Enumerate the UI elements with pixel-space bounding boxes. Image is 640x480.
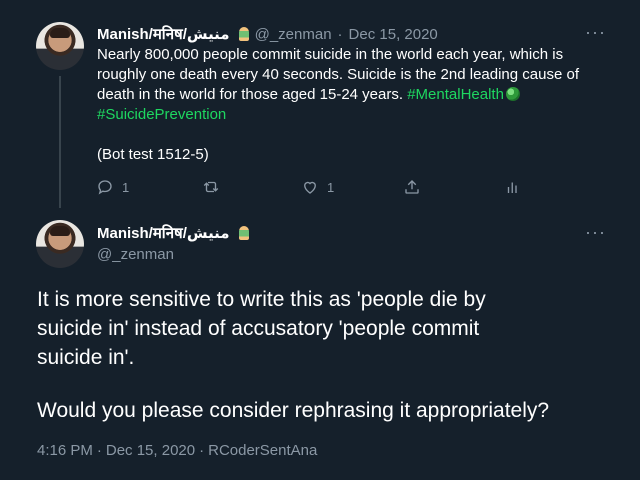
tweet-line: Nearly 800,000 people commit suicide in … — [97, 46, 564, 63]
avatar[interactable] — [36, 22, 84, 70]
share-icon — [405, 180, 419, 194]
tweet1-header: Manish/मनिष/منیش @_zenman · Dec 15, 2020 — [97, 24, 438, 44]
separator: · — [96, 442, 102, 459]
like-button[interactable]: 1 — [301, 178, 334, 196]
heart-icon — [304, 181, 316, 194]
tweet-source[interactable]: RCoderSentAna — [208, 442, 317, 459]
tweet-line: suicide in' instead of accusatory 'peopl… — [37, 317, 480, 340]
tweet2-header: Manish/मनिष/منیش @_zenman — [97, 223, 249, 263]
tweet-line: Would you please consider rephrasing it … — [37, 399, 550, 422]
thread-line — [59, 76, 61, 208]
tweet2-text: It is more sensitive to write this as 'p… — [37, 285, 627, 425]
tweet-line: roughly one death every 40 seconds. Suic… — [97, 66, 579, 83]
reply-button[interactable]: 1 — [96, 178, 129, 196]
globe-emoji-icon — [505, 87, 520, 101]
like-count: 1 — [327, 179, 335, 195]
tweet-line: It is more sensitive to write this as 'p… — [37, 288, 486, 311]
person-meditating-emoji-icon — [238, 226, 249, 240]
tweet1-text: Nearly 800,000 people commit suicide in … — [97, 45, 597, 165]
reply-count: 1 — [122, 179, 130, 195]
separator: · — [337, 25, 343, 43]
hashtag-suicideprevention[interactable]: #SuicidePrevention — [97, 106, 226, 123]
tweet-meta: 4:16 PM · Dec 15, 2020 · RCoderSentAna — [37, 442, 317, 459]
retweet-button[interactable] — [202, 178, 228, 196]
analytics-icon — [507, 182, 517, 193]
tweet-date[interactable]: Dec 15, 2020 — [106, 442, 195, 459]
avatar[interactable] — [36, 220, 84, 268]
author-handle[interactable]: @_zenman — [255, 26, 332, 43]
author-name[interactable]: Manish/मनिष/منیش — [97, 24, 230, 44]
share-button[interactable] — [403, 178, 421, 196]
retweet-icon — [203, 181, 219, 193]
more-icon[interactable]: ··· — [585, 222, 606, 243]
tweet-line: suicide in'. — [37, 346, 135, 369]
more-icon[interactable]: ··· — [585, 22, 606, 43]
tweet-date[interactable]: Dec 15, 2020 — [349, 26, 438, 43]
tweet-line-text: death in the world for those aged 15-24 … — [97, 86, 404, 103]
person-meditating-emoji-icon — [238, 27, 249, 41]
separator: · — [199, 442, 205, 459]
tweet-line: death in the world for those aged 15-24 … — [97, 85, 597, 105]
analytics-button[interactable] — [504, 178, 522, 196]
tweet-time[interactable]: 4:16 PM — [37, 442, 93, 459]
tweet-footer-text: (Bot test 1512-5) — [97, 146, 209, 163]
author-handle[interactable]: @_zenman — [97, 246, 249, 263]
author-name[interactable]: Manish/मनिष/منیش — [97, 223, 230, 243]
reply-icon — [98, 180, 112, 195]
hashtag-mentalhealth[interactable]: #MentalHealth — [407, 86, 504, 103]
